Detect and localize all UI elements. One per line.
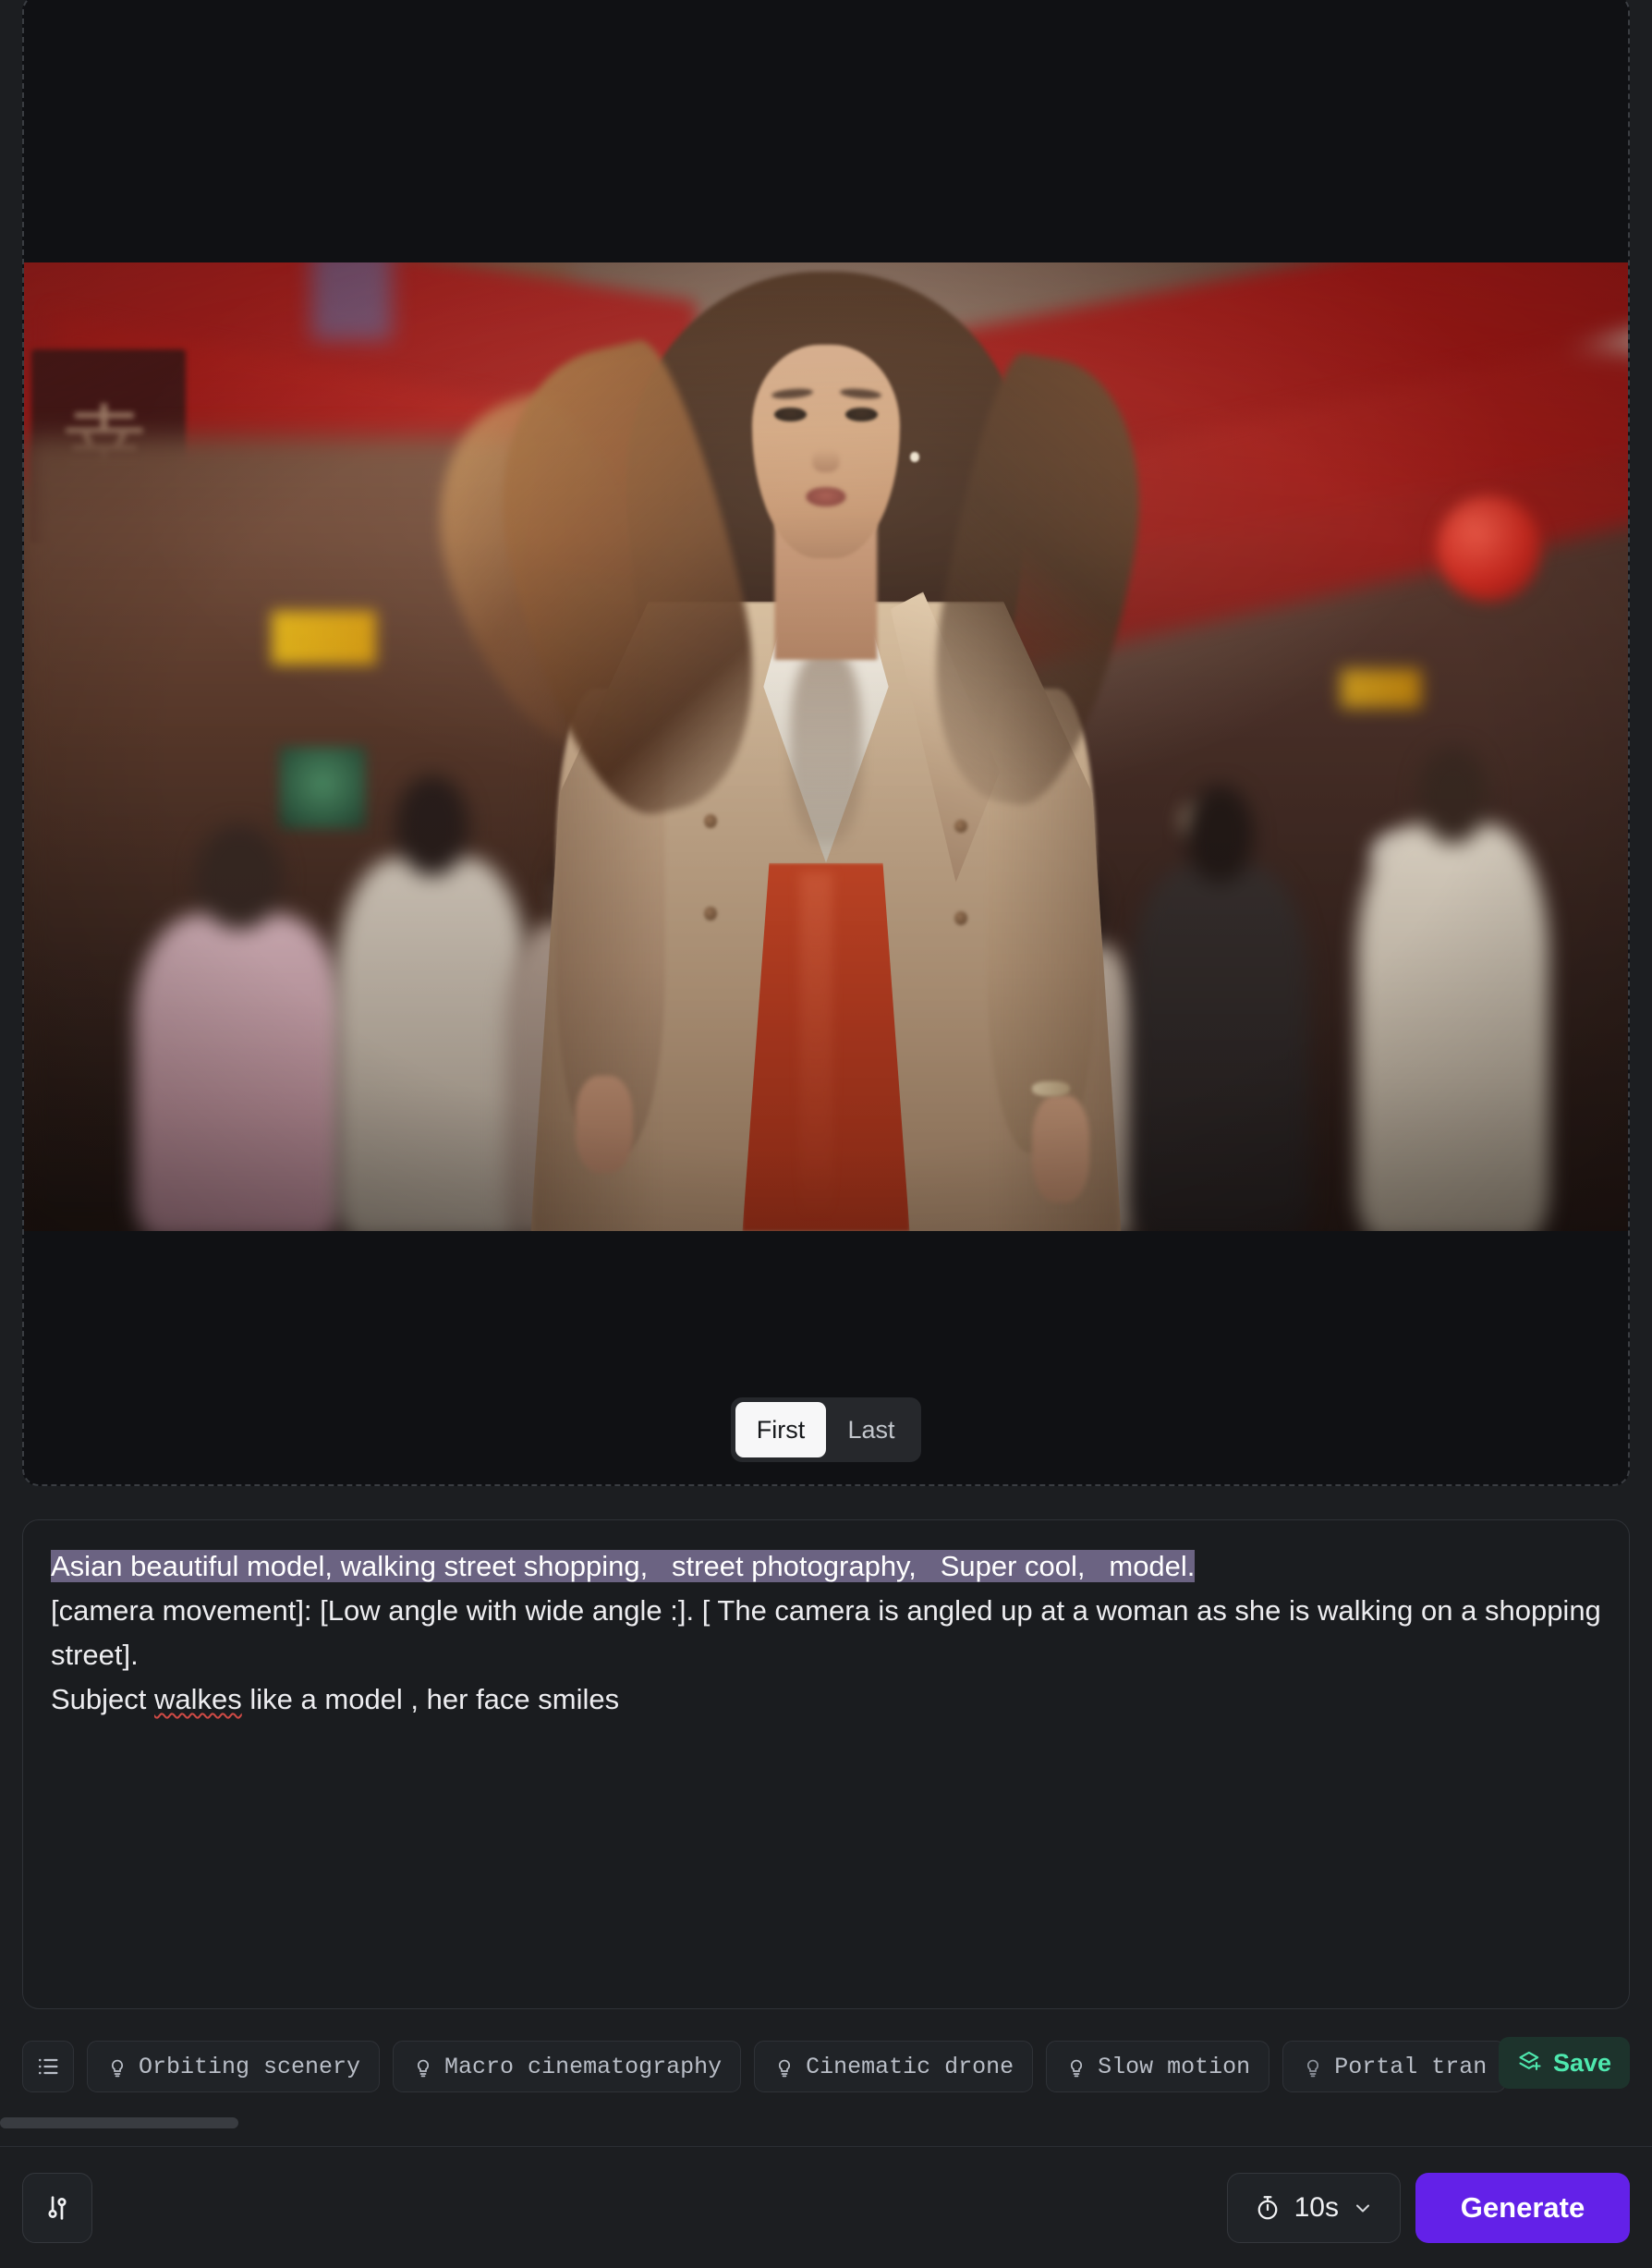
- preset-chip-portal-transition[interactable]: Portal tran: [1282, 2041, 1507, 2092]
- preset-chip-orbiting-scenery[interactable]: Orbiting scenery: [87, 2041, 381, 2092]
- prompt-misspelled-word: walkes: [154, 1683, 242, 1715]
- preset-chip-label: Orbiting scenery: [139, 2053, 361, 2080]
- prompt-panel[interactable]: Asian beautiful model, walking street sh…: [22, 1519, 1630, 2009]
- preset-chip-cinematic-drone[interactable]: Cinematic drone: [754, 2041, 1034, 2092]
- generated-frame-image[interactable]: 幸: [24, 262, 1628, 1231]
- lightbulb-icon: [111, 2059, 124, 2078]
- preset-chip-label: Slow motion: [1098, 2053, 1251, 2080]
- chips-scrollbar-track[interactable]: [0, 2116, 1652, 2129]
- prompt-line-camera-movement: [camera movement]: [Low angle with wide …: [51, 1594, 1609, 1671]
- preview-stage: 幸: [24, 0, 1628, 1484]
- layers-plus-icon: [1519, 2051, 1541, 2071]
- preset-chips-row[interactable]: Orbiting scenery Macro cinematography Ci…: [22, 2037, 1630, 2096]
- preset-chip-label: Portal tran: [1334, 2053, 1488, 2080]
- save-button[interactable]: Save: [1498, 2037, 1630, 2089]
- yellow-signage-left: [271, 611, 376, 665]
- coat-button: [703, 814, 717, 829]
- coat-button: [703, 906, 717, 921]
- preset-chip-label: Macro cinematography: [444, 2053, 723, 2080]
- yellow-signage-right: [1340, 669, 1421, 709]
- preset-chip-macro-cinematography[interactable]: Macro cinematography: [393, 2041, 742, 2092]
- eye-right: [844, 408, 878, 421]
- duration-selector[interactable]: 10s: [1226, 2173, 1401, 2243]
- generate-button[interactable]: Generate: [1415, 2173, 1630, 2243]
- nose: [812, 449, 840, 473]
- bottom-toolbar: 10s Generate: [0, 2147, 1652, 2268]
- bracelet: [1031, 1080, 1071, 1097]
- frame-tab-first[interactable]: First: [735, 1402, 826, 1457]
- stopwatch-icon: [1257, 2196, 1278, 2220]
- lips: [806, 487, 846, 507]
- lightbulb-icon: [779, 2059, 791, 2078]
- background-pedestrian: [134, 823, 344, 1231]
- prompt-line-subject-prefix: Subject: [51, 1683, 155, 1715]
- preset-chip-label: Cinematic drone: [806, 2053, 1014, 2080]
- prompt-textarea[interactable]: Asian beautiful model, walking street sh…: [51, 1544, 1601, 1722]
- save-label: Save: [1552, 2048, 1611, 2077]
- preset-chip-slow-motion[interactable]: Slow motion: [1046, 2041, 1270, 2092]
- red-lantern: [1437, 494, 1542, 602]
- hand-right: [1031, 1095, 1090, 1202]
- eye-left: [774, 408, 808, 421]
- preview-panel: 幸: [22, 0, 1630, 1486]
- chips-scrollbar-thumb[interactable]: [0, 2117, 238, 2128]
- settings-button[interactable]: [22, 2173, 92, 2243]
- blue-signage-blur: [311, 262, 393, 340]
- lightbulb-icon: [1307, 2059, 1319, 2078]
- sliders-icon: [48, 2196, 67, 2220]
- chevron-down-icon: [1356, 2204, 1369, 2213]
- preset-list-button[interactable]: [22, 2041, 74, 2092]
- hand-left: [575, 1076, 634, 1174]
- duration-value: 10s: [1294, 2192, 1339, 2223]
- frame-tab-last[interactable]: Last: [826, 1402, 917, 1457]
- lightbulb-icon: [418, 2059, 430, 2078]
- frame-selector: First Last: [731, 1397, 921, 1462]
- lightbulb-icon: [1071, 2059, 1083, 2078]
- background-pedestrian: [335, 775, 529, 1231]
- background-pedestrian: [1131, 785, 1308, 1231]
- coat-button: [954, 911, 968, 925]
- prompt-line-subject-suffix: like a model , her face smiles: [241, 1683, 620, 1715]
- video-generation-app: 幸: [0, 0, 1652, 2268]
- prompt-line-selected: Asian beautiful model, walking street sh…: [51, 1550, 1196, 1582]
- background-pedestrian: [1356, 747, 1549, 1231]
- earring: [910, 452, 919, 462]
- list-icon: [38, 2058, 58, 2075]
- foreground-model: [399, 262, 1166, 1231]
